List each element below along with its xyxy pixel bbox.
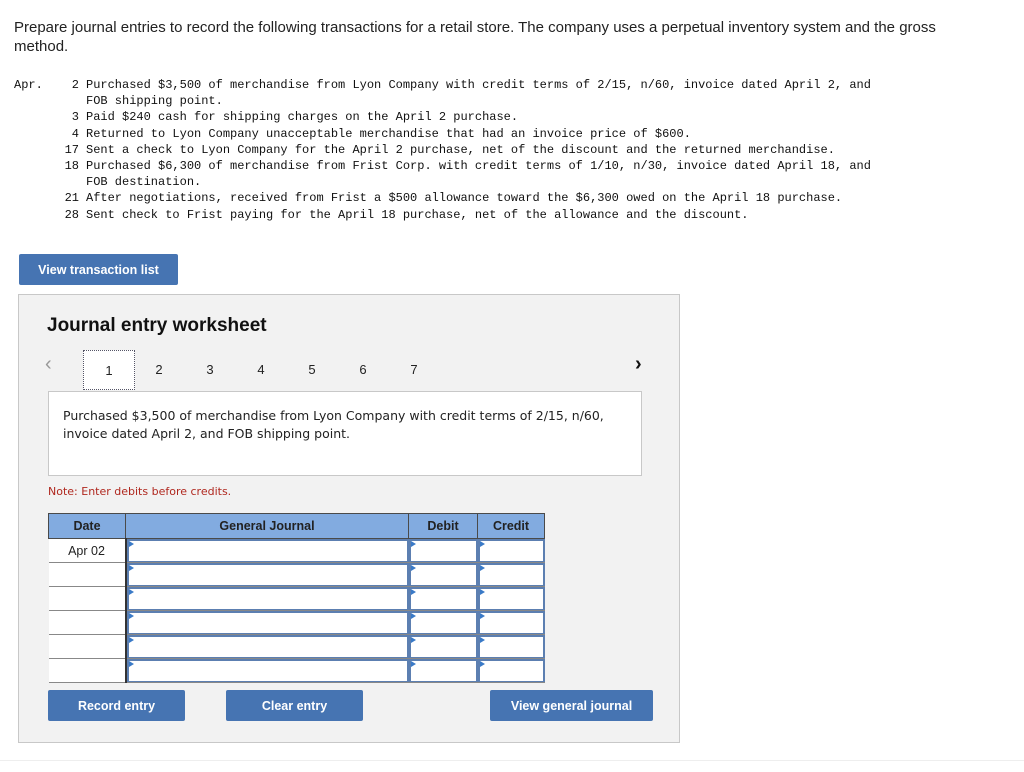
transaction-day: 21 bbox=[64, 191, 79, 206]
transaction-month bbox=[14, 109, 54, 125]
transaction-month bbox=[14, 158, 54, 190]
credit-input[interactable] bbox=[479, 540, 543, 561]
transaction-row: 21 After negotiations, received from Fris… bbox=[14, 190, 956, 206]
chevron-right-icon[interactable]: › bbox=[635, 353, 642, 376]
page-tab-6[interactable]: 6 bbox=[337, 350, 389, 390]
debit-input[interactable] bbox=[410, 540, 476, 561]
credit-header: Credit bbox=[477, 513, 545, 539]
debits-note: Note: Enter debits before credits. bbox=[48, 485, 232, 498]
footer-divider bbox=[0, 760, 1024, 761]
debit-input[interactable] bbox=[410, 660, 476, 681]
credit-input[interactable] bbox=[479, 612, 543, 633]
page-tab-4[interactable]: 4 bbox=[235, 350, 287, 390]
transaction-month bbox=[14, 142, 54, 158]
transaction-text: Paid $240 cash for shipping charges on t… bbox=[86, 110, 519, 125]
general-journal-header: General Journal bbox=[125, 513, 409, 539]
credit-input[interactable] bbox=[479, 636, 543, 657]
date-cell[interactable] bbox=[48, 658, 127, 683]
date-cell[interactable] bbox=[48, 610, 127, 635]
transaction-row: 28 Sent check to Frist paying for the Apr… bbox=[14, 207, 956, 223]
page-tab-2[interactable]: 2 bbox=[133, 350, 185, 390]
transaction-row: 18 Purchased $6,300 of merchandise from F… bbox=[14, 158, 956, 190]
journal-row bbox=[48, 610, 545, 635]
clear-entry-button[interactable]: Clear entry bbox=[226, 690, 363, 721]
debit-input[interactable] bbox=[410, 612, 476, 633]
credit-input[interactable] bbox=[479, 564, 543, 585]
transaction-day: 28 bbox=[64, 207, 79, 222]
account-input[interactable] bbox=[128, 540, 407, 561]
worksheet-title: Journal entry worksheet bbox=[47, 315, 267, 336]
transaction-month bbox=[14, 190, 54, 206]
transaction-month: Apr. bbox=[14, 78, 43, 92]
journal-row bbox=[48, 658, 545, 683]
transaction-row: 3 Paid $240 cash for shipping charges on … bbox=[14, 109, 956, 125]
page-tab-5[interactable]: 5 bbox=[286, 350, 338, 390]
journal-row bbox=[48, 562, 545, 587]
credit-input[interactable] bbox=[479, 660, 543, 681]
chevron-left-icon[interactable]: ‹ bbox=[45, 353, 52, 376]
debit-input[interactable] bbox=[410, 636, 476, 657]
debit-input[interactable] bbox=[410, 588, 476, 609]
debit-header: Debit bbox=[408, 513, 478, 539]
transaction-text: Returned to Lyon Company unacceptable me… bbox=[86, 126, 691, 141]
transaction-description: Purchased $3,500 of merchandise from Lyo… bbox=[48, 391, 642, 476]
transaction-text: Purchased $6,300 of merchandise from Fri… bbox=[86, 159, 871, 190]
transaction-text: After negotiations, received from Frist … bbox=[86, 191, 843, 206]
page-tab-7[interactable]: 7 bbox=[388, 350, 440, 390]
view-general-journal-button[interactable]: View general journal bbox=[490, 690, 653, 721]
debit-input[interactable] bbox=[410, 564, 476, 585]
transaction-text: Sent check to Frist paying for the April… bbox=[86, 207, 749, 222]
journal-row bbox=[48, 586, 545, 611]
transaction-month bbox=[14, 126, 54, 142]
transaction-day: 18 bbox=[64, 159, 79, 174]
transaction-text: Purchased $3,500 of merchandise from Lyo… bbox=[86, 78, 871, 109]
page-tab-3[interactable]: 3 bbox=[184, 350, 236, 390]
transaction-day: 3 bbox=[71, 110, 79, 125]
credit-input[interactable] bbox=[479, 588, 543, 609]
instructions-text: Prepare journal entries to record the fo… bbox=[14, 19, 936, 55]
account-input[interactable] bbox=[128, 612, 407, 633]
journal-row bbox=[48, 634, 545, 659]
general-journal-table: Date General Journal Debit Credit Apr 02 bbox=[48, 513, 545, 683]
record-entry-button[interactable]: Record entry bbox=[48, 690, 185, 721]
page-tab-1[interactable]: 1 bbox=[83, 350, 135, 390]
journal-entry-worksheet: Journal entry worksheet ‹ 1 2 3 4 5 6 7 … bbox=[18, 294, 680, 743]
transaction-row: Apr. 2 Purchased $3,500 of merchandise fro… bbox=[14, 77, 956, 109]
transaction-month bbox=[14, 207, 54, 223]
transaction-day: 2 bbox=[71, 78, 79, 92]
date-cell[interactable] bbox=[48, 634, 127, 659]
transaction-list: Apr. 2 Purchased $3,500 of merchandise fro… bbox=[14, 77, 956, 223]
account-input[interactable] bbox=[128, 564, 407, 585]
date-cell[interactable] bbox=[48, 586, 127, 611]
transaction-day: 4 bbox=[71, 126, 79, 141]
transaction-row: 17 Sent a check to Lyon Company for the A… bbox=[14, 142, 956, 158]
date-cell[interactable]: Apr 02 bbox=[48, 538, 127, 563]
date-header: Date bbox=[48, 513, 126, 539]
account-input[interactable] bbox=[128, 588, 407, 609]
journal-row: Apr 02 bbox=[48, 538, 545, 563]
account-input[interactable] bbox=[128, 660, 407, 681]
date-cell[interactable] bbox=[48, 562, 127, 587]
transaction-row: 4 Returned to Lyon Company unacceptable m… bbox=[14, 126, 956, 142]
view-transaction-list-button[interactable]: View transaction list bbox=[19, 254, 178, 285]
account-input[interactable] bbox=[128, 636, 407, 657]
transaction-day: 17 bbox=[64, 142, 79, 157]
transaction-text: Sent a check to Lyon Company for the Apr… bbox=[86, 142, 835, 157]
